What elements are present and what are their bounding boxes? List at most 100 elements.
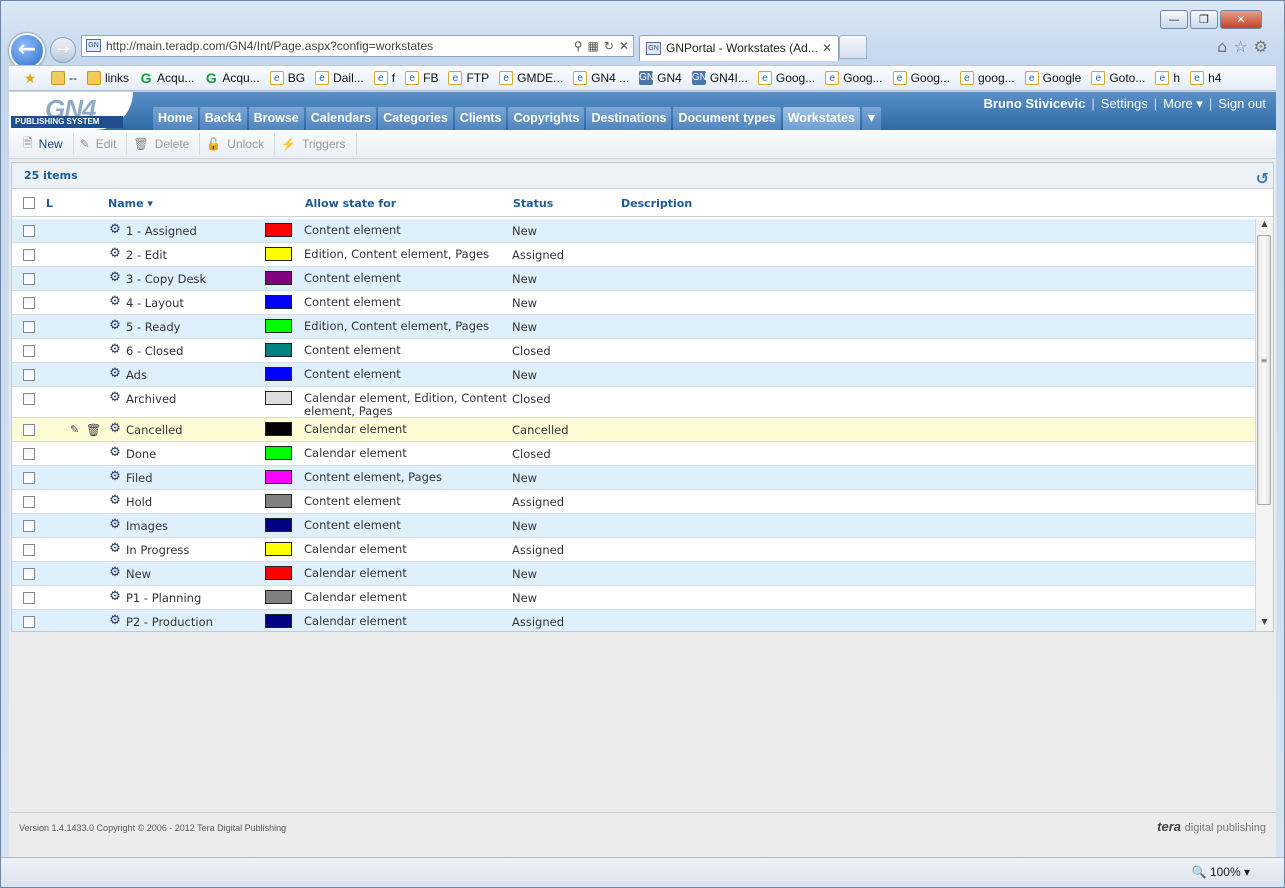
- col-lock[interactable]: L: [46, 197, 53, 210]
- table-row[interactable]: ⚙ P1 - Planning Calendar element New: [12, 586, 1255, 610]
- table-row[interactable]: ⚙ 3 - Copy Desk Content element New: [12, 267, 1255, 291]
- row-checkbox[interactable]: [23, 273, 35, 285]
- table-row[interactable]: ⚙ Ads Content element New: [12, 363, 1255, 387]
- row-checkbox[interactable]: [23, 369, 35, 381]
- favorite-item[interactable]: --: [51, 71, 77, 85]
- row-checkbox[interactable]: [23, 297, 35, 309]
- new-tab-button[interactable]: [839, 35, 867, 59]
- row-checkbox[interactable]: [23, 568, 35, 580]
- tab-calendars[interactable]: Calendars: [305, 107, 377, 130]
- row-checkbox[interactable]: [23, 496, 35, 508]
- favorite-item[interactable]: GN GN4: [639, 71, 682, 85]
- row-name[interactable]: Ads: [126, 368, 147, 382]
- tab-copyrights[interactable]: Copyrights: [508, 107, 585, 130]
- settings-link[interactable]: Settings: [1101, 96, 1148, 111]
- table-row[interactable]: ⚙ 1 - Assigned Content element New: [12, 219, 1255, 243]
- favorite-item[interactable]: e FB: [405, 71, 438, 85]
- favorite-item[interactable]: e GN4 ...: [573, 71, 629, 85]
- favorite-item[interactable]: eh: [1155, 71, 1180, 85]
- favorite-item[interactable]: G Acqu...: [139, 71, 195, 85]
- favorite-item[interactable]: e FTP: [448, 71, 489, 85]
- maximize-button[interactable]: ❐: [1190, 10, 1218, 29]
- zoom-control[interactable]: 🔍 100% ▾: [1192, 865, 1250, 879]
- grid-scrollbar[interactable]: ▲ ≡ ▼: [1255, 219, 1273, 631]
- tab-document-types[interactable]: Document types: [673, 107, 781, 130]
- col-name[interactable]: Name ▾: [108, 197, 153, 210]
- table-row[interactable]: ⚙ 4 - Layout Content element New: [12, 291, 1255, 315]
- search-icon[interactable]: ⚲: [574, 36, 583, 56]
- favorite-item[interactable]: e Google: [1024, 71, 1081, 85]
- row-checkbox[interactable]: [23, 321, 35, 333]
- scroll-up-icon[interactable]: ▲: [1256, 219, 1273, 233]
- row-checkbox[interactable]: [23, 592, 35, 604]
- row-name[interactable]: Cancelled: [126, 423, 183, 437]
- favorite-item[interactable]: e Goog...: [892, 71, 950, 85]
- select-all-checkbox[interactable]: [23, 197, 35, 209]
- row-delete-icon[interactable]: 🗑: [86, 423, 101, 437]
- favorites-star-icon[interactable]: ☆: [1233, 37, 1247, 56]
- row-checkbox[interactable]: [23, 393, 35, 405]
- row-name[interactable]: P2 - Production: [126, 615, 213, 629]
- row-name[interactable]: P1 - Planning: [126, 591, 201, 605]
- row-checkbox[interactable]: [23, 448, 35, 460]
- unlock-button[interactable]: 🔓 Unlock: [200, 133, 275, 155]
- col-description[interactable]: Description: [621, 197, 692, 210]
- tab-categories[interactable]: Categories: [378, 107, 453, 130]
- row-checkbox[interactable]: [23, 249, 35, 261]
- tab-workstates[interactable]: Workstates: [782, 107, 860, 130]
- back-button[interactable]: ←: [9, 33, 45, 69]
- triggers-button[interactable]: ⚡ Triggers: [275, 133, 357, 155]
- tab-clients[interactable]: Clients: [454, 107, 507, 130]
- col-status[interactable]: Status: [513, 197, 553, 210]
- tab-back4[interactable]: Back4: [199, 107, 247, 130]
- table-row[interactable]: ⚙ Hold Content element Assigned: [12, 490, 1255, 514]
- row-name[interactable]: 2 - Edit: [126, 248, 167, 262]
- tab-close-icon[interactable]: ✕: [822, 36, 832, 60]
- favorite-item[interactable]: e GMDE...: [499, 71, 563, 85]
- table-row[interactable]: ⚙ Images Content element New: [12, 514, 1255, 538]
- more-menu[interactable]: More ▾: [1163, 96, 1203, 111]
- col-allow[interactable]: Allow state for: [305, 197, 396, 210]
- tabs-overflow-dropdown[interactable]: ▼: [861, 107, 881, 130]
- favorite-item[interactable]: e BG: [269, 71, 305, 85]
- favorite-item[interactable]: e Dail...: [315, 71, 364, 85]
- favorite-item[interactable]: e Goog...: [825, 71, 883, 85]
- table-row[interactable]: ⚙ 5 - Ready Edition, Content element, Page…: [12, 315, 1255, 339]
- compat-view-icon[interactable]: ▦: [588, 36, 599, 56]
- table-row[interactable]: ✎ 🗑 ⚙ Cancelled Calendar element Cancelled: [12, 418, 1255, 442]
- tab-home[interactable]: Home: [153, 107, 198, 130]
- favorite-item[interactable]: ★: [23, 71, 41, 85]
- favorite-item[interactable]: ef: [373, 71, 395, 85]
- row-checkbox[interactable]: [23, 472, 35, 484]
- row-name[interactable]: In Progress: [126, 543, 189, 557]
- stop-icon[interactable]: ✕: [619, 36, 629, 56]
- table-row[interactable]: ⚙ Filed Content element, Pages New: [12, 466, 1255, 490]
- row-checkbox[interactable]: [23, 520, 35, 532]
- forward-button[interactable]: →: [50, 37, 76, 63]
- row-checkbox[interactable]: [23, 424, 35, 436]
- favorite-item[interactable]: e Goto...: [1091, 71, 1145, 85]
- favorite-item[interactable]: G Acqu...: [204, 71, 260, 85]
- browser-tab-active[interactable]: GN GNPortal - Workstates (Ad... ✕: [639, 35, 839, 61]
- table-row[interactable]: ⚙ 6 - Closed Content element Closed: [12, 339, 1255, 363]
- row-name[interactable]: 3 - Copy Desk: [126, 272, 206, 286]
- delete-button[interactable]: 🗑 Delete: [127, 133, 201, 155]
- close-window-button[interactable]: ✕: [1220, 10, 1262, 29]
- table-row[interactable]: ⚙ Done Calendar element Closed: [12, 442, 1255, 466]
- row-name[interactable]: Archived: [126, 392, 176, 406]
- table-row[interactable]: ⚙ P2 - Production Calendar element Assigned: [12, 610, 1255, 631]
- row-name[interactable]: Hold: [126, 495, 152, 509]
- favorite-item[interactable]: e h4: [1190, 71, 1221, 85]
- scroll-thumb[interactable]: ≡: [1257, 235, 1271, 505]
- row-checkbox[interactable]: [23, 616, 35, 628]
- row-name[interactable]: Filed: [126, 471, 153, 485]
- row-checkbox[interactable]: [23, 544, 35, 556]
- refresh-icon[interactable]: ↻: [604, 36, 614, 56]
- signout-link[interactable]: Sign out: [1218, 96, 1266, 111]
- gear-icon[interactable]: ⚙: [1254, 37, 1268, 56]
- row-name[interactable]: New: [126, 567, 151, 581]
- new-button[interactable]: 🗎 New: [17, 133, 74, 155]
- row-name[interactable]: 5 - Ready: [126, 320, 180, 334]
- tab-browse[interactable]: Browse: [248, 107, 304, 130]
- row-name[interactable]: Images: [126, 519, 168, 533]
